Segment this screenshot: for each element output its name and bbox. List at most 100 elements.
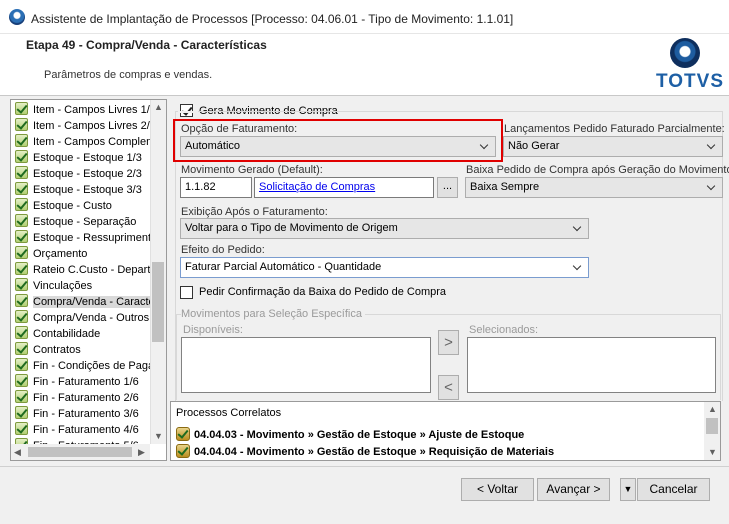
tree-item[interactable]: Contratos — [15, 342, 81, 358]
tree-item[interactable]: Estoque - Estoque 2/3 — [15, 166, 142, 182]
check-icon — [15, 278, 28, 291]
exibicao-value: Voltar para o Tipo de Movimento de Orige… — [185, 222, 398, 234]
chevron-down-icon — [573, 260, 583, 274]
selecionados-label: Selecionados: — [469, 324, 539, 336]
related-title: Processos Correlatos — [176, 407, 282, 419]
exibicao-select[interactable]: Voltar para o Tipo de Movimento de Orige… — [180, 218, 589, 239]
movimento-gerado-name-field[interactable]: Solicitação de Compras — [254, 177, 434, 198]
move-left-button[interactable]: < — [438, 375, 459, 400]
pedir-confirmacao-label: Pedir Confirmação da Baixa do Pedido de … — [199, 286, 447, 298]
check-icon — [15, 422, 28, 435]
baixa-pedido-select[interactable]: Baixa Sempre — [465, 177, 723, 198]
next-button[interactable]: Avançar > — [537, 478, 610, 501]
process-icon — [176, 444, 190, 458]
check-icon — [15, 326, 28, 339]
tree-item[interactable]: Estoque - Custo — [15, 198, 112, 214]
check-icon — [15, 102, 28, 115]
move-right-button[interactable]: > — [438, 330, 459, 355]
scroll-up-icon[interactable]: ▲ — [154, 102, 163, 112]
process-icon — [176, 427, 190, 441]
back-button[interactable]: < Voltar — [461, 478, 534, 501]
tree-item[interactable]: Estoque - Ressupriment — [15, 230, 151, 246]
disponiveis-list[interactable] — [181, 337, 431, 393]
check-icon — [15, 390, 28, 403]
tree-item[interactable]: Vinculações — [15, 278, 92, 294]
selecionados-list[interactable] — [467, 337, 716, 393]
pedir-confirmacao-checkbox[interactable] — [180, 286, 194, 300]
baixa-pedido-value: Baixa Sempre — [470, 181, 540, 193]
check-icon — [15, 182, 28, 195]
tree-item[interactable]: Fin - Condições de Paga — [15, 358, 154, 374]
disponiveis-label: Disponíveis: — [183, 324, 243, 336]
lancamentos-select[interactable]: Não Gerar — [503, 136, 723, 157]
solicitacao-compras-link[interactable]: Solicitação de Compras — [259, 181, 375, 193]
related-item[interactable]: 04.04.04 - Movimento » Gestão de Estoque… — [176, 444, 554, 458]
dropdown-button[interactable]: ▼ — [620, 478, 636, 501]
check-icon — [15, 262, 28, 275]
tree-item[interactable]: Item - Campos Livres 1/ — [15, 102, 150, 118]
check-icon — [15, 150, 28, 163]
check-icon — [15, 294, 28, 307]
chevron-down-icon — [573, 221, 583, 235]
tree-item[interactable]: Item - Campos Livres 2/ — [15, 118, 150, 134]
tree-item[interactable]: Fin - Faturamento 2/6 — [15, 390, 139, 406]
tree-item[interactable]: Estoque - Separação — [15, 214, 136, 230]
check-icon — [15, 246, 28, 259]
steps-tree[interactable]: Item - Campos Livres 1/ Item - Campos Li… — [10, 99, 167, 461]
totvs-logo-text: TOTVS — [656, 71, 724, 92]
scroll-down-icon[interactable]: ▼ — [154, 431, 163, 441]
related-item[interactable]: 04.04.03 - Movimento » Gestão de Estoque… — [176, 427, 524, 441]
tree-item[interactable]: Fin - Faturamento 3/6 — [15, 406, 139, 422]
related-processes-panel: Processos Correlatos 04.04.03 - Moviment… — [170, 401, 721, 461]
scroll-down-icon[interactable]: ▼ — [708, 447, 717, 457]
check-icon — [15, 198, 28, 211]
window-title: Assistente de Implantação de Processos [… — [31, 12, 514, 26]
check-icon — [15, 134, 28, 147]
cancel-button[interactable]: Cancelar — [637, 478, 710, 501]
stage-title: Etapa 49 - Compra/Venda - Característica… — [26, 38, 267, 52]
tree-hscroll-thumb[interactable] — [28, 447, 132, 457]
tree-item[interactable]: Estoque - Estoque 3/3 — [15, 182, 142, 198]
tree-item[interactable]: Estoque - Estoque 1/3 — [15, 150, 142, 166]
group-box-gap — [178, 111, 198, 113]
tree-item[interactable]: Contabilidade — [15, 326, 100, 342]
tree-item[interactable]: Compra/Venda - Outros — [15, 310, 149, 326]
check-icon — [15, 406, 28, 419]
efeito-label: Efeito do Pedido: — [181, 244, 265, 256]
scroll-left-icon[interactable]: ◀ — [14, 447, 21, 458]
checkbox-unchecked-icon — [180, 286, 193, 299]
tree-item[interactable]: Orçamento — [15, 246, 87, 262]
stage-subtitle: Parâmetros de compras e vendas. — [44, 69, 213, 81]
efeito-value: Faturar Parcial Automático - Quantidade — [185, 261, 382, 273]
check-icon — [15, 374, 28, 387]
exibicao-label: Exibição Após o Faturamento: — [181, 206, 328, 218]
highlight-box — [173, 119, 503, 162]
tree-item[interactable]: Rateio C.Custo - Depart — [15, 262, 150, 278]
tree-item[interactable]: Fin - Faturamento 1/6 — [15, 374, 139, 390]
scroll-right-icon[interactable]: ▶ — [138, 447, 145, 458]
check-icon — [15, 358, 28, 371]
totvs-logo-icon — [670, 38, 700, 68]
tree-item[interactable]: Fin - Faturamento 4/6 — [15, 422, 139, 438]
check-icon — [15, 230, 28, 243]
check-icon — [15, 214, 28, 227]
footer-separator — [0, 466, 729, 467]
chevron-down-icon — [707, 180, 717, 194]
check-icon — [15, 166, 28, 179]
check-icon — [15, 342, 28, 355]
browse-button[interactable]: ... — [437, 177, 458, 198]
movimento-gerado-label: Movimento Gerado (Default): — [181, 164, 323, 176]
check-icon — [15, 310, 28, 323]
efeito-select[interactable]: Faturar Parcial Automático - Quantidade — [180, 257, 589, 278]
tree-item[interactable]: Item - Campos Complem — [15, 134, 155, 150]
chevron-down-icon — [707, 139, 717, 153]
tree-scroll-thumb[interactable] — [152, 262, 164, 342]
movimento-gerado-code-field[interactable]: 1.1.82 — [180, 177, 252, 198]
tree-item-selected[interactable]: Compra/Venda - Caracte — [15, 294, 155, 310]
check-icon — [15, 118, 28, 131]
movimentos-selecao-label: Movimentos para Seleção Específica — [181, 308, 365, 320]
related-scroll-thumb[interactable] — [706, 418, 718, 434]
baixa-pedido-label: Baixa Pedido de Compra após Geração do M… — [466, 164, 729, 176]
scroll-up-icon[interactable]: ▲ — [708, 404, 717, 414]
caret-down-icon: ▼ — [623, 484, 633, 494]
